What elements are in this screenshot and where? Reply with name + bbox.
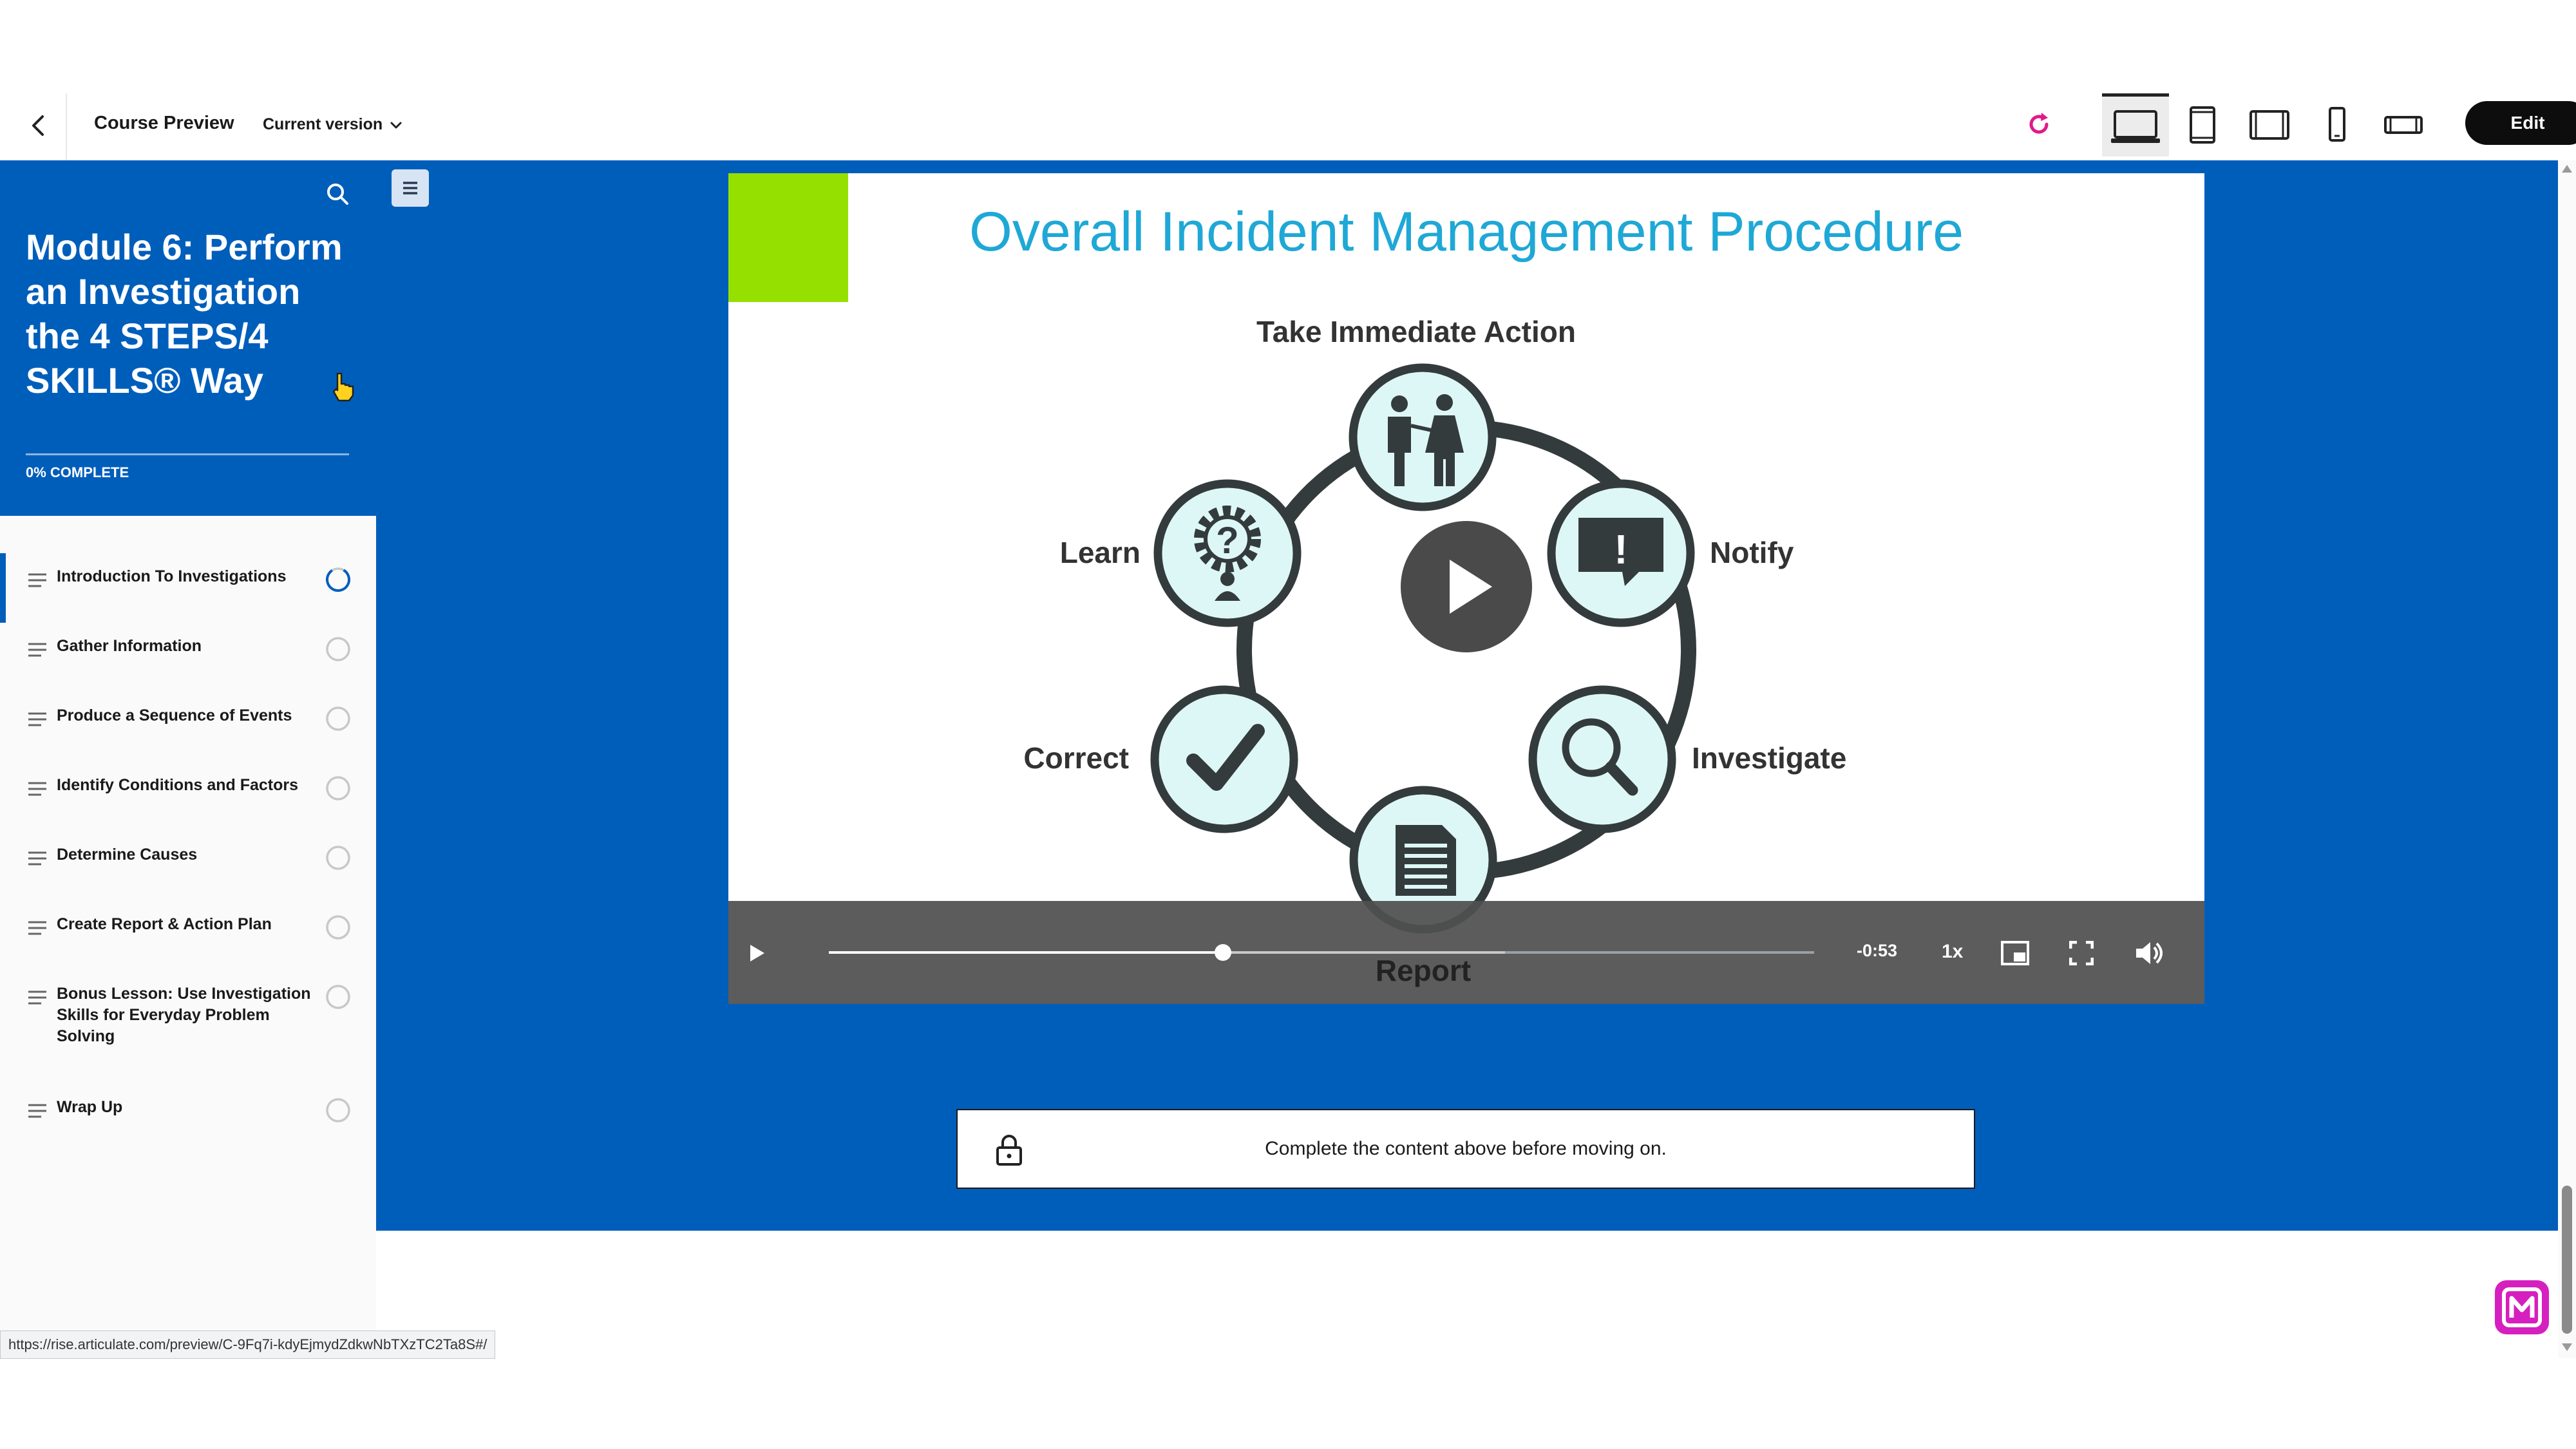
lesson-label: Create Report & Action Plan xyxy=(57,915,272,933)
tablet-landscape-icon xyxy=(2249,110,2289,140)
lesson-list: Introduction To Investigations Gather In… xyxy=(0,553,376,1153)
laptop-icon xyxy=(2111,109,2160,143)
lesson-label: Identify Conditions and Factors xyxy=(57,776,299,794)
lesson-label: Produce a Sequence of Events xyxy=(57,706,292,724)
menu-icon xyxy=(403,182,417,194)
sidebar-lesson-gather-information[interactable]: Gather Information xyxy=(0,623,376,692)
phone-portrait-icon xyxy=(2329,107,2345,142)
step-label-learn: Learn xyxy=(1060,536,1141,569)
step-label-investigate: Investigate xyxy=(1692,741,1846,775)
document-icon xyxy=(1396,825,1456,896)
not-started-icon xyxy=(326,1098,350,1122)
device-preview-toggle xyxy=(2102,93,2437,160)
lesson-label: Introduction To Investigations xyxy=(57,567,287,585)
lesson-lines-icon xyxy=(28,921,46,935)
step-label-notify: Notify xyxy=(1710,536,1794,569)
tablet-landscape-view-button[interactable] xyxy=(2236,93,2303,156)
lesson-label: Determine Causes xyxy=(57,846,198,864)
course-sidebar: Module 6: Perform an Investigation the 4… xyxy=(0,160,376,1332)
lesson-lines-icon xyxy=(28,851,46,866)
version-label: Current version xyxy=(263,115,383,133)
page-scrollbar[interactable] xyxy=(2558,160,2576,1358)
outline-toggle-button[interactable] xyxy=(392,169,429,207)
in-progress-icon xyxy=(326,567,350,592)
search-button[interactable] xyxy=(323,180,352,208)
sidebar-lesson-report-action-plan[interactable]: Create Report & Action Plan xyxy=(0,901,376,971)
step-label-report: Report xyxy=(1376,954,1471,987)
slide-title: Overall Incident Management Procedure xyxy=(969,201,1964,263)
page-title: Course Preview xyxy=(94,113,234,133)
phone-portrait-view-button[interactable] xyxy=(2303,93,2370,156)
scroll-thumb[interactable] xyxy=(2562,1186,2572,1334)
sidebar-lesson-conditions-and-factors[interactable]: Identify Conditions and Factors xyxy=(0,762,376,831)
tablet-portrait-icon xyxy=(2190,106,2215,144)
lesson-lines-icon xyxy=(28,1104,46,1118)
lesson-lines-icon xyxy=(28,573,46,587)
scroll-up-arrow-icon xyxy=(2562,165,2572,173)
phone-landscape-view-button[interactable] xyxy=(2370,93,2437,156)
topbar-divider xyxy=(66,93,67,160)
status-bar-url: https://rise.articulate.com/preview/C-9F… xyxy=(0,1331,496,1359)
hand-cursor-icon xyxy=(332,372,354,402)
take-action-node xyxy=(1349,363,1497,511)
sidebar-lesson-bonus[interactable]: Bonus Lesson: Use Investigation Skills f… xyxy=(0,971,376,1084)
not-started-icon xyxy=(326,985,350,1009)
scroll-down-arrow-icon xyxy=(2562,1343,2572,1351)
lesson-lines-icon xyxy=(28,643,46,657)
sidebar-lesson-sequence-of-events[interactable]: Produce a Sequence of Events xyxy=(0,692,376,762)
sidebar-lesson-wrap-up[interactable]: Wrap Up xyxy=(0,1084,376,1153)
course-title: Module 6: Perform an Investigation the 4… xyxy=(26,227,343,401)
lock-message: Complete the content above before moving… xyxy=(1265,1138,1667,1159)
tablet-portrait-view-button[interactable] xyxy=(2169,93,2236,156)
svg-text:?: ? xyxy=(1216,520,1238,562)
continue-lock-banner: Complete the content above before moving… xyxy=(956,1109,1975,1189)
not-started-icon xyxy=(326,915,350,940)
step-label-correct: Correct xyxy=(1023,741,1129,775)
refresh-icon xyxy=(2029,113,2049,134)
phone-landscape-icon xyxy=(2384,116,2423,134)
learn-node: ? xyxy=(1153,479,1302,627)
sidebar-lesson-introduction[interactable]: Introduction To Investigations xyxy=(0,553,376,623)
chevron-left-icon xyxy=(32,115,44,136)
search-icon xyxy=(327,184,348,205)
not-started-icon xyxy=(326,776,350,800)
lesson-lines-icon xyxy=(28,990,46,1005)
refresh-button[interactable] xyxy=(2025,110,2053,138)
back-button[interactable] xyxy=(19,106,58,145)
video-player[interactable]: Overall Incident Management Procedure ! … xyxy=(728,173,2204,1004)
course-progress: 0% COMPLETE xyxy=(26,464,129,480)
m-logo-icon xyxy=(2502,1287,2542,1327)
investigate-node xyxy=(1528,685,1676,833)
not-started-icon xyxy=(326,637,350,661)
lesson-label: Bonus Lesson: Use Investigation Skills f… xyxy=(57,985,311,1045)
video-controls: -0:53 1x Report xyxy=(728,901,2204,1004)
green-accent-block xyxy=(728,173,848,302)
not-started-icon xyxy=(326,706,350,731)
sidebar-header: Module 6: Perform an Investigation the 4… xyxy=(0,160,376,516)
progress-divider xyxy=(26,453,349,455)
chevron-down-icon xyxy=(390,122,402,128)
lesson-label: Gather Information xyxy=(57,637,202,655)
sidebar-lesson-determine-causes[interactable]: Determine Causes xyxy=(0,831,376,901)
top-bar: Course Preview Current version Edit xyxy=(0,93,2576,160)
report-label-layer: Report xyxy=(1376,954,1471,987)
app-launcher-button[interactable] xyxy=(2495,1280,2549,1334)
version-dropdown[interactable]: Current version xyxy=(263,115,403,134)
svg-text:!: ! xyxy=(1614,526,1627,573)
lesson-lines-icon xyxy=(28,712,46,726)
play-overlay-button xyxy=(1401,521,1532,652)
lesson-content: Overall Incident Management Procedure ! … xyxy=(376,160,2558,1231)
notify-node: ! xyxy=(1547,479,1695,627)
video-frame: Overall Incident Management Procedure ! … xyxy=(728,173,1964,934)
not-started-icon xyxy=(326,846,350,870)
edit-button[interactable]: Edit xyxy=(2465,101,2576,145)
lesson-lines-icon xyxy=(28,782,46,796)
desktop-view-button[interactable] xyxy=(2102,93,2169,156)
lesson-label: Wrap Up xyxy=(57,1098,123,1116)
correct-node xyxy=(1150,685,1298,833)
step-label-take-action: Take Immediate Action xyxy=(1256,315,1576,348)
